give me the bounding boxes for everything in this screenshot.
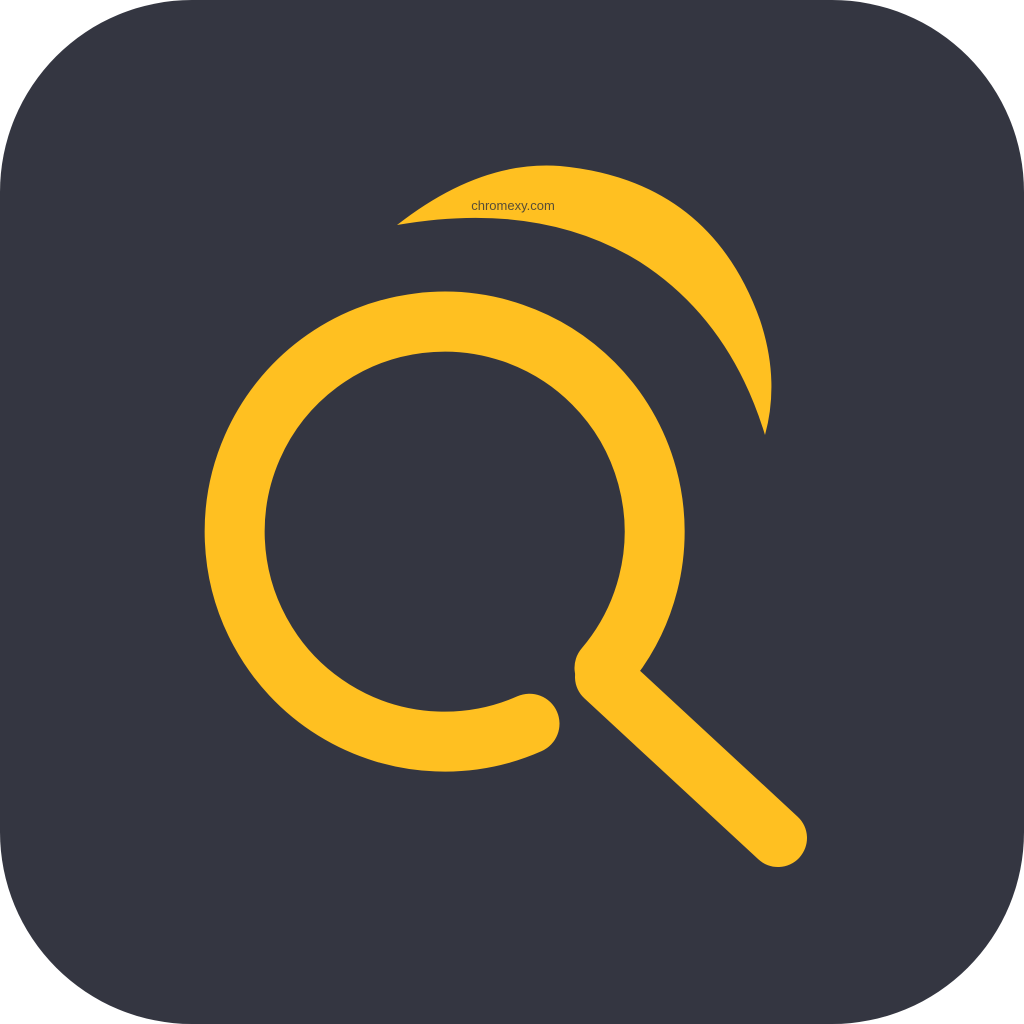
- watermark-text: chromexy.com: [471, 198, 555, 213]
- icon-background: [0, 0, 1024, 1024]
- magnifier-icon: [0, 0, 1024, 1024]
- app-icon: chromexy.com: [0, 0, 1024, 1024]
